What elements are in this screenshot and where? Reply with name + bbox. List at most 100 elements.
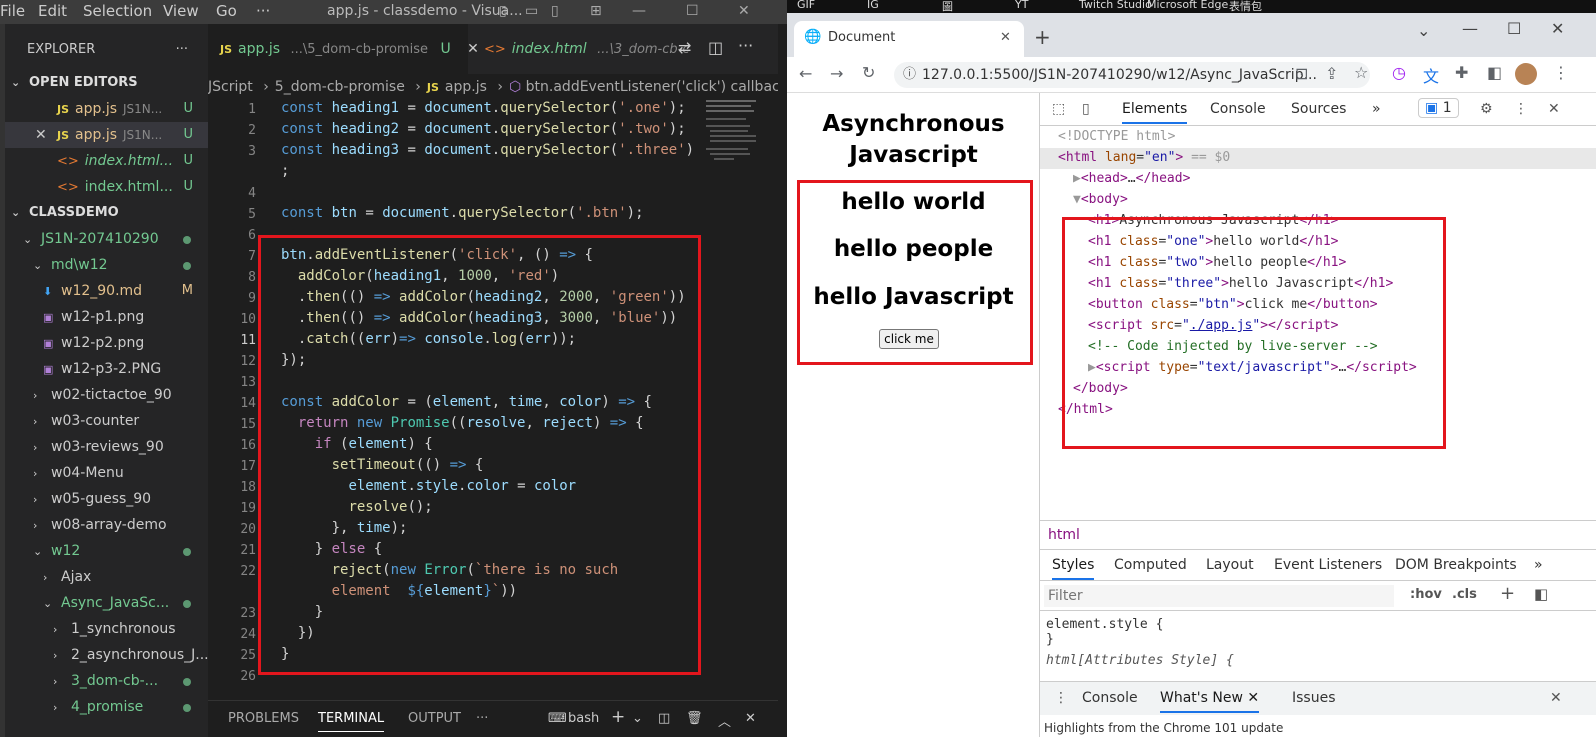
tab-index-html[interactable]: <> index.html ...\3_dom-cb-c — [472, 24, 690, 74]
bookmark-item[interactable]: YT — [1015, 0, 1028, 11]
tree-item[interactable]: ⌄ Async_JavaSc... — [5, 590, 208, 616]
new-terminal-icon[interactable]: + — [611, 707, 625, 727]
settings-gear-icon[interactable]: ⚙ — [1480, 101, 1493, 117]
tab-output[interactable]: OUTPUT — [408, 711, 461, 726]
tree-item[interactable]: › 4_promise — [5, 694, 208, 720]
bookmark-item[interactable]: GIF — [797, 0, 815, 11]
project-header[interactable]: ⌄ CLASSDEMO — [5, 200, 208, 226]
trash-icon[interactable]: 🗑 — [686, 711, 703, 726]
browser-tab-document[interactable]: 🌐 Document ✕ — [794, 21, 1024, 57]
tree-item[interactable]: › w02-tictactoe_90 — [5, 382, 208, 408]
tree-item[interactable]: › w03-reviews_90 — [5, 434, 208, 460]
open-editor-item[interactable]: JS app.js JS1N... U — [5, 96, 208, 122]
tab-problems[interactable]: PROBLEMS — [228, 711, 299, 726]
breadcrumb-item[interactable]: btn.addEventListener('click') callback — [526, 79, 778, 95]
tab-whats-new[interactable]: What's New ✕ — [1160, 690, 1260, 713]
tree-item[interactable]: ▣ w12-p1.png — [5, 304, 208, 330]
menu-go[interactable]: Go — [216, 2, 237, 20]
dom-node[interactable]: ▼<body> — [1073, 192, 1128, 207]
tree-item[interactable]: › w04-Menu — [5, 460, 208, 486]
chevron-down-icon[interactable]: ⌄ — [632, 711, 643, 726]
tree-item[interactable]: ⌄ w12 — [5, 538, 208, 564]
bookmark-star-icon[interactable]: ☆ — [1354, 63, 1368, 82]
minimize-icon[interactable]: — — [1462, 19, 1478, 38]
tree-item[interactable]: › Ajax — [5, 564, 208, 590]
split-editor-icon[interactable]: ◫ — [708, 38, 723, 57]
open-editor-item[interactable]: <> index.html... U — [5, 148, 208, 174]
tab-sources[interactable]: Sources — [1291, 101, 1346, 117]
close-tab-icon[interactable]: ✕ — [1247, 690, 1259, 706]
menu-more[interactable]: ··· — [256, 2, 270, 20]
extensions-puzzle-icon[interactable]: ✚ — [1455, 63, 1468, 82]
tab-elements[interactable]: Elements — [1122, 101, 1188, 124]
tab-console-drawer[interactable]: Console — [1082, 690, 1138, 706]
avatar[interactable] — [1515, 63, 1537, 85]
tree-item[interactable]: ▣ w12-p2.png — [5, 330, 208, 356]
new-tab-icon[interactable]: + — [1034, 25, 1051, 49]
tab-app-js[interactable]: JS app.js ...\5_dom-cb-promise U ✕ — [208, 24, 479, 74]
maximize-panel-icon[interactable]: ︿ — [718, 711, 731, 730]
tab-computed[interactable]: Computed — [1114, 557, 1187, 573]
devtools-menu-icon[interactable]: ⋮ — [1514, 101, 1528, 117]
open-editor-item[interactable]: ✕ JS app.js JS1N... U — [5, 122, 208, 148]
close-panel-icon[interactable]: ✕ — [745, 711, 756, 726]
menu-kebab-icon[interactable]: ⋮ — [1553, 63, 1569, 82]
close-drawer-icon[interactable]: ✕ — [1550, 690, 1562, 706]
back-icon[interactable]: ← — [799, 64, 812, 83]
forward-icon[interactable]: → — [830, 64, 843, 83]
close-devtools-icon[interactable]: ✕ — [1548, 101, 1560, 117]
breadcrumb-item[interactable]: app.js — [445, 79, 487, 95]
open-editor-item[interactable]: <> index.html... U — [5, 174, 208, 200]
maximize-icon[interactable]: ☐ — [686, 3, 699, 19]
element-breadcrumb[interactable]: html — [1040, 520, 1596, 549]
hov-toggle[interactable]: :hov — [1410, 587, 1442, 602]
toggle-panel-icon[interactable]: ▭ — [525, 3, 538, 19]
tab-issues[interactable]: Issues — [1292, 690, 1336, 706]
reload-icon[interactable]: ↻ — [862, 63, 875, 82]
new-rule-icon[interactable]: + — [1500, 583, 1515, 604]
inspect-element-icon[interactable]: ⬚ — [1052, 101, 1065, 117]
panel-more-icon[interactable]: ··· — [476, 711, 488, 726]
close-window-icon[interactable]: ✕ — [738, 3, 750, 19]
share-icon[interactable]: ⇪ — [1325, 64, 1338, 83]
click-me-button[interactable]: click me — [879, 329, 939, 349]
tree-item[interactable]: ⬇ w12_90.md M — [5, 278, 208, 304]
tab-styles[interactable]: Styles — [1052, 557, 1095, 580]
styles-filter-input[interactable] — [1044, 585, 1394, 607]
more-tabs-icon[interactable]: » — [1534, 557, 1543, 573]
device-toolbar-icon[interactable]: ▯ — [1082, 101, 1090, 117]
bookmark-item[interactable]: Microsoft Edge — [1147, 0, 1228, 11]
customize-layout-icon[interactable]: ⊞ — [590, 3, 602, 19]
tab-console[interactable]: Console — [1210, 101, 1266, 117]
more-actions-icon[interactable]: ··· — [738, 36, 753, 55]
minimap[interactable] — [706, 100, 766, 170]
dom-node[interactable]: ▶<head>…</head> — [1073, 171, 1190, 186]
tree-item[interactable]: › w05-guess_90 — [5, 486, 208, 512]
minimize-icon[interactable]: — — [632, 3, 646, 19]
toggle-sidebar-icon[interactable]: ▯ — [499, 3, 507, 19]
dom-node[interactable]: <html lang="en"> == $0 — [1058, 150, 1230, 165]
side-panel-icon[interactable]: ◧ — [1487, 63, 1502, 82]
drawer-menu-icon[interactable]: ⋮ — [1054, 690, 1068, 706]
translate-icon[interactable]: ⊡ — [1295, 64, 1308, 83]
close-icon[interactable]: ✕ — [35, 122, 47, 148]
tree-item[interactable]: ⌄ JS1N-207410290 — [5, 226, 208, 252]
element-style-rule[interactable]: element.style { } html[Attributes Style]… — [1046, 617, 1234, 668]
translate-extension-icon[interactable]: 文 — [1423, 63, 1439, 87]
info-icon[interactable]: ⓘ — [903, 62, 916, 88]
tree-item[interactable]: › w03-counter — [5, 408, 208, 434]
issues-badge[interactable]: ▣ 1 — [1418, 98, 1459, 118]
more-tabs-icon[interactable]: » — [1372, 101, 1381, 117]
menu-view[interactable]: View — [163, 2, 199, 20]
tree-item[interactable]: › 1_synchronous — [5, 616, 208, 642]
dom-node[interactable]: <!DOCTYPE html> — [1058, 129, 1175, 144]
terminal-shell[interactable]: bash — [568, 711, 599, 726]
tree-item[interactable]: › 3_dom-cb-... — [5, 668, 208, 694]
tree-item[interactable]: ⌄ md\w12 — [5, 252, 208, 278]
tab-dom-breakpoints[interactable]: DOM Breakpoints — [1395, 557, 1517, 573]
open-editors-header[interactable]: ⌄ OPEN EDITORS — [5, 70, 208, 96]
cls-toggle[interactable]: .cls — [1452, 587, 1477, 602]
split-terminal-icon[interactable]: ◫ — [658, 711, 670, 726]
explorer-more-icon[interactable]: ··· — [176, 37, 188, 63]
menu-file[interactable]: File — [0, 2, 25, 20]
